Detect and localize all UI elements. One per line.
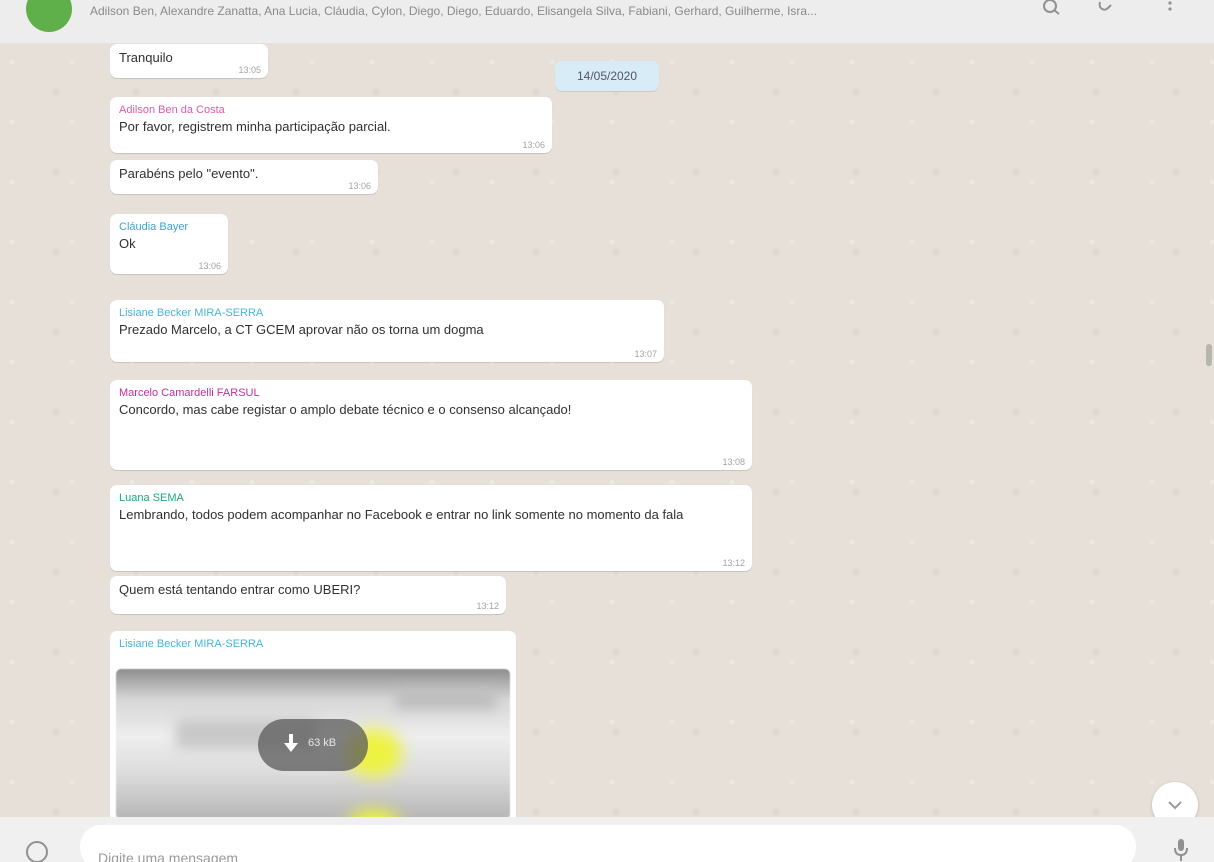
message-bubble[interactable]: Quem está tentando entrar como UBERI? 13… [110, 576, 506, 614]
message-sender: Cláudia Bayer [119, 221, 189, 233]
download-icon [284, 734, 298, 752]
scroll-down-button[interactable] [1152, 782, 1198, 817]
compose-bar: Digite uma mensagem [0, 817, 1214, 862]
message-sender: Marcelo Camardelli FARSUL [119, 387, 260, 399]
emoji-icon[interactable] [26, 841, 48, 862]
message-time: 13:05 [238, 65, 261, 75]
message-sender: Lisiane Becker MIRA-SERRA [119, 307, 264, 319]
group-members[interactable]: Adilson Ben, Alexandre Zanatta, Ana Luci… [90, 4, 990, 18]
group-avatar[interactable] [26, 0, 72, 32]
scroll-down-icon [1168, 801, 1182, 810]
message-bubble[interactable]: Parabéns pelo "evento". 13:06 [110, 160, 378, 194]
message-text: Prezado Marcelo, a CT GCEM aprovar não o… [119, 322, 484, 337]
message-bubble[interactable]: Lisiane Becker MIRA-SERRA Prezado Marcel… [110, 300, 664, 362]
message-time: 13:06 [348, 181, 371, 191]
chat-panel: 14/05/2020 Tranquilo 13:05 Adilson Ben d… [0, 44, 1214, 817]
message-text: Concordo, mas cabe registar o amplo deba… [119, 402, 572, 417]
message-text: Lembrando, todos podem acompanhar no Fac… [119, 507, 684, 522]
message-text: Por favor, registrem minha participação … [119, 119, 391, 134]
message-input-placeholder: Digite uma mensagem [98, 850, 239, 862]
message-sender: Lisiane Becker MIRA-SERRA [119, 638, 264, 650]
message-bubble[interactable]: Adilson Ben da Costa Por favor, registre… [110, 97, 552, 153]
attach-icon[interactable] [1094, 0, 1118, 24]
message-time: 13:12 [476, 601, 499, 611]
message-bubble[interactable]: Tranquilo 13:05 [110, 44, 268, 78]
message-time: 13:07 [634, 349, 657, 359]
blur-shape [396, 689, 496, 709]
message-bubble[interactable]: Marcelo Camardelli FARSUL Concordo, mas … [110, 380, 752, 470]
message-sender: Luana SEMA [119, 492, 184, 504]
message-text: Ok [119, 236, 136, 251]
chat-header: Adilson Ben, Alexandre Zanatta, Ana Luci… [0, 0, 1214, 44]
message-text: Quem está tentando entrar como UBERI? [119, 582, 361, 597]
message-time: 13:12 [722, 558, 745, 568]
message-text: Parabéns pelo "evento". [119, 166, 259, 181]
search-icon[interactable] [1040, 0, 1064, 24]
message-time: 13:08 [722, 457, 745, 467]
message-time: 13:06 [522, 140, 545, 150]
download-size: 63 kB [308, 737, 337, 749]
message-input[interactable]: Digite uma mensagem [80, 825, 1136, 862]
download-button[interactable]: 63 kB [258, 719, 368, 771]
menu-icon[interactable] [1158, 0, 1182, 24]
scrollbar-thumb[interactable] [1206, 344, 1212, 366]
message-sender: Adilson Ben da Costa [119, 104, 225, 116]
blur-shape [346, 809, 402, 817]
mic-icon[interactable] [1172, 837, 1190, 862]
message-bubble[interactable]: Luana SEMA Lembrando, todos podem acompa… [110, 485, 752, 571]
message-bubble[interactable]: Cláudia Bayer Ok 13:06 [110, 214, 228, 274]
message-time: 13:06 [198, 261, 221, 271]
date-chip: 14/05/2020 [555, 61, 659, 91]
